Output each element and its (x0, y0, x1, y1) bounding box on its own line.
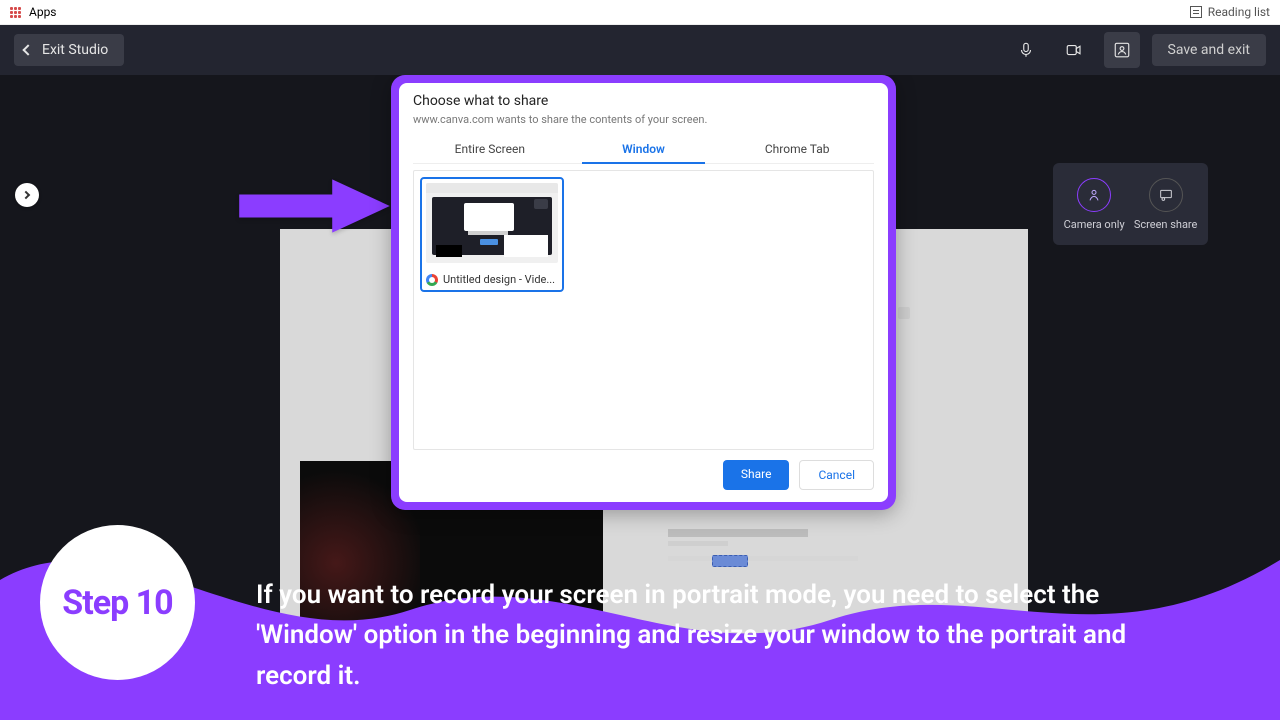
browser-bar: Apps Reading list (0, 0, 1280, 25)
sidebar-expand-button[interactable] (15, 183, 39, 207)
tab-chrome-tab[interactable]: Chrome Tab (720, 134, 874, 163)
canvas-ghost-text (668, 529, 868, 567)
chrome-icon (426, 274, 438, 286)
camera-icon (1064, 41, 1084, 59)
exit-label: Exit Studio (42, 42, 108, 58)
save-and-exit-button[interactable]: Save and exit (1152, 34, 1266, 66)
microphone-button[interactable] (1008, 32, 1044, 68)
step-label: Step 10 (62, 583, 172, 623)
chevron-right-icon (22, 191, 30, 199)
tab-entire-screen[interactable]: Entire Screen (413, 134, 567, 163)
window-list: Untitled design - Vide... (413, 170, 874, 450)
person-square-icon (1113, 41, 1131, 59)
window-thumbnail (426, 183, 558, 263)
camera-button[interactable] (1056, 32, 1092, 68)
step-badge: Step 10 (40, 525, 195, 680)
chevron-left-icon (22, 44, 33, 55)
cancel-button[interactable]: Cancel (799, 460, 874, 490)
share-dialog: Choose what to share www.canva.com wants… (399, 83, 888, 502)
canvas-ghost-selection (712, 555, 748, 567)
camera-only-option[interactable]: Camera only (1064, 178, 1125, 231)
tutorial-arrow-icon (232, 175, 397, 237)
apps-grid-icon[interactable] (10, 7, 21, 18)
screen-share-option[interactable]: Screen share (1134, 178, 1198, 231)
screen-share-icon (1158, 187, 1174, 203)
dialog-subtitle: www.canva.com wants to share the content… (413, 113, 874, 126)
camera-only-circle (1077, 178, 1111, 212)
share-button[interactable]: Share (723, 460, 790, 490)
reading-list-icon (1190, 6, 1202, 18)
share-tabs: Entire Screen Window Chrome Tab (413, 134, 874, 164)
camera-only-label: Camera only (1064, 218, 1125, 231)
window-card[interactable]: Untitled design - Vide... (420, 177, 564, 292)
apps-label[interactable]: Apps (29, 5, 57, 19)
share-dialog-highlight: Choose what to share www.canva.com wants… (391, 75, 896, 510)
reading-list-button[interactable]: Reading list (1190, 5, 1270, 19)
recording-options-panel: Camera only Screen share (1053, 163, 1208, 245)
microphone-icon (1017, 41, 1035, 59)
screen-share-label: Screen share (1134, 218, 1198, 231)
person-icon (1086, 187, 1102, 203)
presenter-button[interactable] (1104, 32, 1140, 68)
app-titlebar: Exit Studio Save and exit (0, 25, 1280, 75)
window-title: Untitled design - Vide... (443, 273, 555, 286)
tab-window[interactable]: Window (567, 134, 721, 163)
exit-studio-button[interactable]: Exit Studio (14, 34, 124, 66)
screen-share-circle (1149, 178, 1183, 212)
tutorial-text: If you want to record your screen in por… (256, 575, 1180, 696)
dialog-title: Choose what to share (413, 93, 874, 109)
studio-stage: Camera only Screen share Choose what to … (0, 75, 1280, 720)
dialog-actions: Share Cancel (413, 460, 874, 490)
reading-list-label: Reading list (1208, 5, 1270, 19)
